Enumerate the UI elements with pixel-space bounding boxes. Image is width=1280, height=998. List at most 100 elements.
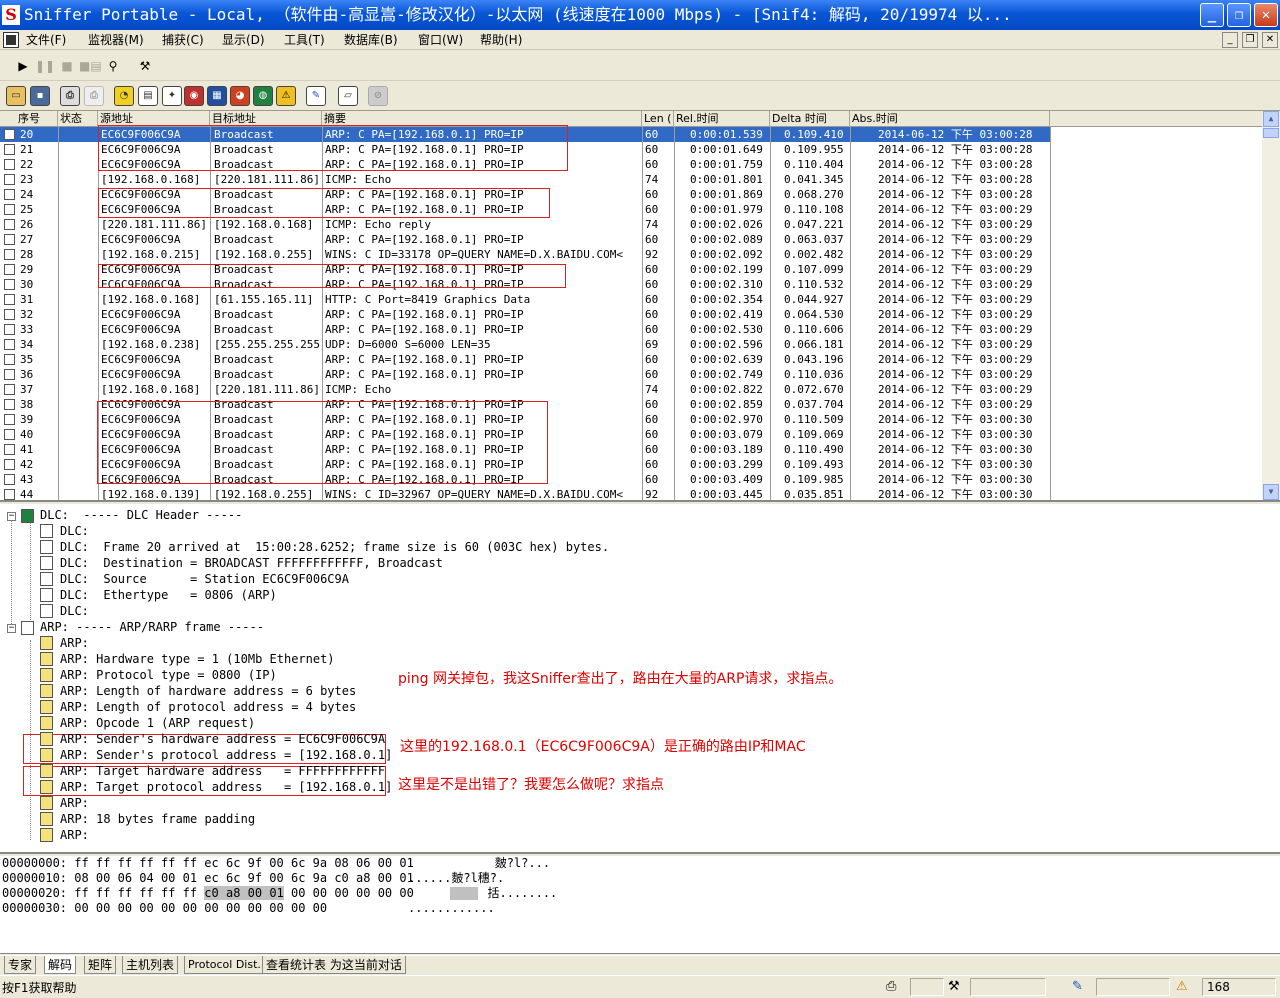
menu-monitor[interactable]: 监视器(M): [88, 31, 144, 49]
col-header-abs-time[interactable]: Abs.时间: [850, 111, 1050, 127]
row-checkbox[interactable]: [4, 489, 15, 500]
row-checkbox[interactable]: [4, 354, 15, 365]
row-checkbox[interactable]: [4, 204, 15, 215]
detail-line[interactable]: DLC:: [60, 523, 89, 539]
binoculars-icon[interactable]: ⚲: [102, 55, 124, 77]
row-checkbox[interactable]: [4, 414, 15, 425]
col-header-rel-time[interactable]: Rel.时间: [674, 111, 770, 127]
row-checkbox[interactable]: [4, 429, 15, 440]
history-samples-icon[interactable]: ▦: [207, 86, 227, 106]
row-checkbox[interactable]: [4, 399, 15, 410]
hex-line[interactable]: 00000010: 08 00 06 04 00 01 ec 6c 9f 00 …: [2, 871, 414, 886]
col-header-delta-time[interactable]: Delta 时间: [770, 111, 850, 127]
application-response-time-icon[interactable]: ◉: [184, 86, 204, 106]
tab-expert[interactable]: 专家: [4, 956, 37, 974]
tab-matrix[interactable]: 矩阵: [84, 956, 117, 974]
hex-line[interactable]: 00000000: ff ff ff ff ff ff ec 6c 9f 00 …: [2, 856, 414, 871]
minimize-button[interactable]: _: [1200, 3, 1224, 27]
row-checkbox[interactable]: [4, 384, 15, 395]
detail-line[interactable]: ARP:: [60, 635, 89, 651]
tab-protocol-dist[interactable]: Protocol Dist.: [184, 956, 265, 974]
row-checkbox[interactable]: [4, 174, 15, 185]
scroll-down-icon[interactable]: ▼: [1263, 484, 1279, 500]
global-statistics-icon[interactable]: ◍: [253, 86, 273, 106]
row-checkbox[interactable]: [4, 444, 15, 455]
row-checkbox[interactable]: [4, 264, 15, 275]
row-checkbox[interactable]: [4, 234, 15, 245]
stop-and-display-button[interactable]: ■▤: [78, 55, 102, 77]
detail-line[interactable]: DLC: Destination = BROADCAST FFFFFFFFFFF…: [60, 555, 443, 571]
table-row[interactable]: 26 [220.181.111.86] [192.168.0.168] ICMP: E…: [0, 217, 1050, 232]
detail-line[interactable]: ARP: Hardware type = 1 (10Mb Ethernet): [60, 651, 335, 667]
detail-line[interactable]: ARP: Protocol type = 0800 (IP): [60, 667, 277, 683]
open-icon[interactable]: ▭: [6, 86, 26, 106]
detail-line[interactable]: ARP: Opcode 1 (ARP request): [60, 715, 255, 731]
col-header-status[interactable]: 状态: [58, 111, 98, 127]
pause-capture-button[interactable]: ❚❚: [34, 55, 56, 77]
reset-icon[interactable]: ⊘: [368, 86, 388, 106]
row-checkbox[interactable]: [4, 144, 15, 155]
menu-display[interactable]: 显示(D): [222, 31, 265, 49]
define-filter-icon[interactable]: ⚒: [134, 55, 156, 77]
detail-line[interactable]: ARP: Target hardware address = FFFFFFFFF…: [60, 763, 385, 779]
row-checkbox[interactable]: [4, 129, 15, 140]
mdi-window-icon[interactable]: [3, 32, 19, 48]
row-checkbox[interactable]: [4, 294, 15, 305]
arp-header-line[interactable]: ARP: ----- ARP/RARP frame -----: [40, 619, 264, 635]
table-row[interactable]: 31 [192.168.0.168] [61.155.165.11] HTTP: C …: [0, 292, 1050, 307]
row-checkbox[interactable]: [4, 339, 15, 350]
tab-host-table[interactable]: 主机列表: [122, 956, 179, 974]
capture-panel-icon[interactable]: ▱: [338, 86, 358, 106]
tab-statistics[interactable]: 查看统计表 为这当前对话: [262, 956, 406, 974]
mdi-close-button[interactable]: ✕: [1262, 32, 1278, 48]
table-row[interactable]: 28 [192.168.0.215] [192.168.0.255] WINS: C …: [0, 247, 1050, 262]
menu-window[interactable]: 窗口(W): [418, 31, 463, 49]
detail-line[interactable]: DLC: Frame 20 arrived at 15:00:28.6252; …: [60, 539, 609, 555]
mdi-minimize-button[interactable]: _: [1222, 32, 1238, 48]
table-row[interactable]: 23 [192.168.0.168] [220.181.111.86] ICMP: E…: [0, 172, 1050, 187]
scroll-up-icon[interactable]: ▲: [1263, 111, 1279, 127]
table-row[interactable]: 37 [192.168.0.168] [220.181.111.86] ICMP: E…: [0, 382, 1050, 397]
col-header-number[interactable]: 序号: [0, 111, 58, 127]
collapse-arp-icon[interactable]: −: [7, 624, 16, 633]
collapse-dlc-icon[interactable]: −: [7, 512, 16, 521]
print-icon[interactable]: ⎙: [60, 86, 80, 106]
detail-line[interactable]: ARP: Sender's hardware address = EC6C9F0…: [60, 731, 385, 747]
row-checkbox[interactable]: [4, 474, 15, 485]
detail-line[interactable]: ARP: 18 bytes frame padding: [60, 811, 255, 827]
detail-line[interactable]: ARP: Length of hardware address = 6 byte…: [60, 683, 356, 699]
table-row[interactable]: 34 [192.168.0.238] [255.255.255.255] UDP: D…: [0, 337, 1050, 352]
col-header-len[interactable]: Len (: [642, 111, 674, 127]
scroll-thumb[interactable]: [1263, 128, 1279, 138]
tab-decode[interactable]: 解码: [44, 956, 77, 974]
menu-capture[interactable]: 捕获(C): [162, 31, 204, 49]
menu-database[interactable]: 数据库(B): [344, 31, 398, 49]
close-button[interactable]: ✕: [1254, 3, 1278, 27]
detail-line[interactable]: DLC:: [60, 603, 89, 619]
table-row[interactable]: 44 [192.168.0.139] [192.168.0.255] WINS: C …: [0, 487, 1050, 500]
table-row[interactable]: 32 EC6C9F006C9A Broadcast ARP: C PA=[192.16…: [0, 307, 1050, 322]
detail-line[interactable]: ARP:: [60, 795, 89, 811]
detail-line[interactable]: DLC: Ethertype = 0806 (ARP): [60, 587, 277, 603]
table-row[interactable]: 27 EC6C9F006C9A Broadcast ARP: C PA=[192.16…: [0, 232, 1050, 247]
protocol-distribution-icon[interactable]: ◕: [230, 86, 250, 106]
packet-list-scrollbar[interactable]: ▲ ▼: [1262, 111, 1280, 500]
alarm-log-icon[interactable]: ⚠: [276, 86, 296, 106]
table-row[interactable]: 36 EC6C9F006C9A Broadcast ARP: C PA=[192.16…: [0, 367, 1050, 382]
hex-line[interactable]: 00000020: ff ff ff ff ff ff c0 a8 00 01 …: [2, 886, 414, 901]
row-checkbox[interactable]: [4, 249, 15, 260]
detail-line[interactable]: ARP:: [60, 827, 89, 843]
save-icon[interactable]: ▪: [30, 86, 50, 106]
address-book-icon[interactable]: ✎: [306, 86, 326, 106]
menu-file[interactable]: 文件(F): [26, 31, 66, 49]
row-checkbox[interactable]: [4, 159, 15, 170]
stop-capture-button[interactable]: ■: [56, 55, 78, 77]
row-checkbox[interactable]: [4, 219, 15, 230]
row-checkbox[interactable]: [4, 369, 15, 380]
row-checkbox[interactable]: [4, 459, 15, 470]
menu-tools[interactable]: 工具(T): [284, 31, 325, 49]
row-checkbox[interactable]: [4, 189, 15, 200]
menu-help[interactable]: 帮助(H): [480, 31, 522, 49]
row-checkbox[interactable]: [4, 279, 15, 290]
row-checkbox[interactable]: [4, 309, 15, 320]
